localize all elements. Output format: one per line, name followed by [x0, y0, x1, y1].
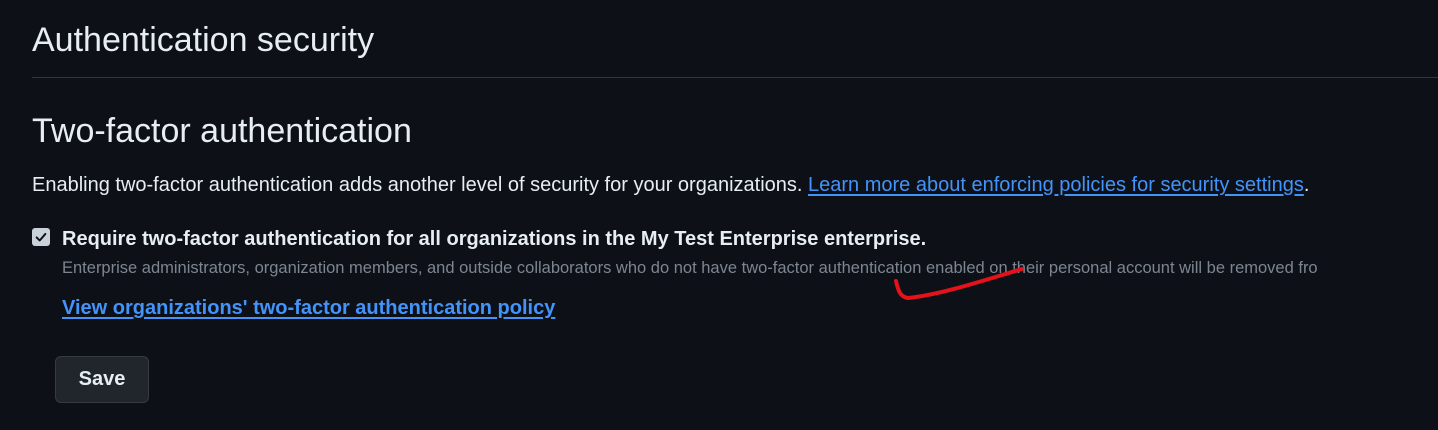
page-title: Authentication security — [32, 21, 375, 59]
checkmark-icon — [35, 232, 47, 242]
save-button[interactable]: Save — [55, 356, 149, 403]
description-end: . — [1303, 174, 1310, 196]
require-2fa-checkbox[interactable] — [32, 228, 50, 246]
learn-more-link[interactable]: Learn more about enforcing policies for … — [808, 174, 1304, 196]
two-factor-description: Enabling two-factor authentication adds … — [32, 171, 1309, 199]
page-header: Authentication security — [32, 0, 1438, 78]
settings-page: Authentication security Two-factor authe… — [0, 0, 1438, 430]
require-2fa-note: Enterprise administrators, organization … — [62, 259, 1318, 277]
description-text: Enabling two-factor authentication adds … — [32, 174, 803, 196]
view-policy-link[interactable]: View organizations' two-factor authentic… — [62, 294, 555, 322]
require-2fa-label[interactable]: Require two-factor authentication for al… — [62, 225, 926, 253]
section-title-two-factor: Two-factor authentication — [32, 112, 412, 150]
